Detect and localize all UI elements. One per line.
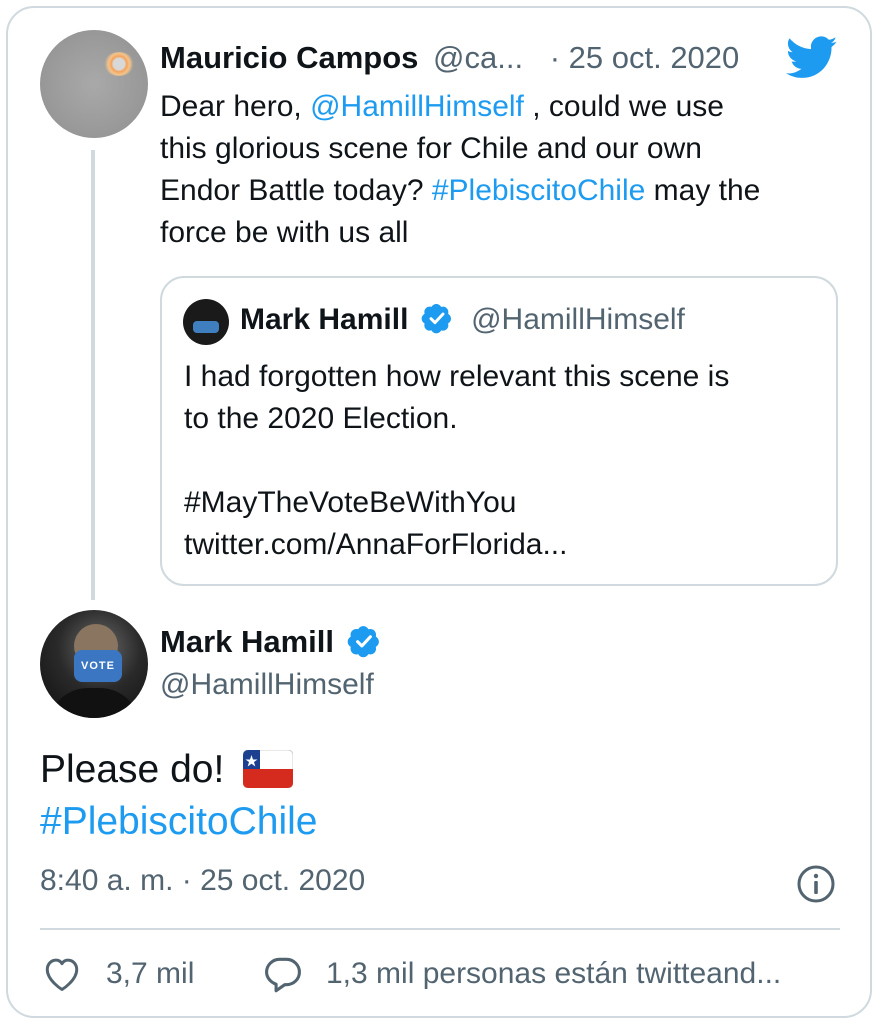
verified-badge-icon: [347, 626, 379, 658]
quoted-link: twitter.com/AnnaForFlorida...: [184, 528, 568, 561]
conversation-count[interactable]: 1,3 mil personas están twitteand...: [326, 957, 781, 991]
reply-text: Dear hero, @HamillHimself , could we use…: [160, 86, 850, 254]
quoted-header: Mark Hamill @HamillHimself: [240, 302, 685, 337]
reply-text-segment: Dear hero,: [160, 90, 311, 123]
reply-header: Mauricio Campos @ca... · 25 oct. 2020: [160, 40, 739, 80]
main-tweet-text-line: Please do!: [40, 748, 225, 791]
hashtag-link[interactable]: #PlebiscitoChile: [40, 796, 317, 848]
main-author-name[interactable]: Mark Hamill: [160, 624, 334, 659]
eclipse-image: [104, 52, 134, 76]
hashtag-link[interactable]: #PlebiscitoChile: [432, 174, 645, 207]
reply-text-segment: Endor Battle today?: [160, 174, 432, 207]
quoted-text: I had forgotten how relevant this scene …: [184, 356, 729, 566]
quoted-author-name: Mark Hamill: [240, 303, 409, 336]
quoted-author-avatar[interactable]: [183, 299, 229, 345]
twitter-bird-icon[interactable]: [786, 36, 838, 80]
reply-author-name[interactable]: Mauricio Campos: [160, 40, 418, 75]
quoted-text-line: I had forgotten how relevant this scene …: [184, 360, 730, 393]
reply-date[interactable]: · 25 oct. 2020: [550, 40, 740, 75]
like-count[interactable]: 3,7 mil: [106, 957, 194, 991]
reply-bubble-icon[interactable]: [262, 955, 304, 993]
reply-text-segment: may the: [645, 174, 761, 207]
quoted-hashtag: #MayTheVoteBeWithYou: [184, 486, 517, 519]
mask-shape: VOTE: [74, 650, 122, 682]
main-author-header: Mark Hamill: [160, 624, 381, 660]
divider: [40, 928, 840, 930]
chile-flag-icon: [242, 749, 294, 789]
mask-shape: [193, 321, 219, 333]
main-author-avatar[interactable]: VOTE: [40, 610, 148, 718]
reply-author-handle[interactable]: @ca...: [433, 40, 523, 75]
verified-badge-icon: [421, 304, 451, 334]
main-author-handle[interactable]: @HamillHimself: [160, 668, 374, 702]
mention-link[interactable]: @HamillHimself: [310, 90, 524, 123]
thread-connector-line: [91, 150, 95, 600]
quoted-text-line: to the 2020 Election.: [184, 402, 458, 435]
tweet-timestamp[interactable]: 8:40 a. m. · 25 oct. 2020: [40, 864, 365, 898]
main-tweet-text: Please do! #PlebiscitoChile: [40, 744, 317, 848]
body-shape: [48, 688, 140, 718]
heart-icon[interactable]: [42, 956, 82, 992]
reply-author-avatar[interactable]: [40, 30, 148, 138]
reply-text-line: this glorious scene for Chile and our ow…: [160, 132, 702, 165]
info-icon[interactable]: [796, 864, 836, 904]
reply-text-segment: , could we use: [523, 90, 724, 123]
reply-text-line: force be with us all: [160, 216, 409, 249]
quoted-author-handle: @HamillHimself: [471, 303, 685, 336]
